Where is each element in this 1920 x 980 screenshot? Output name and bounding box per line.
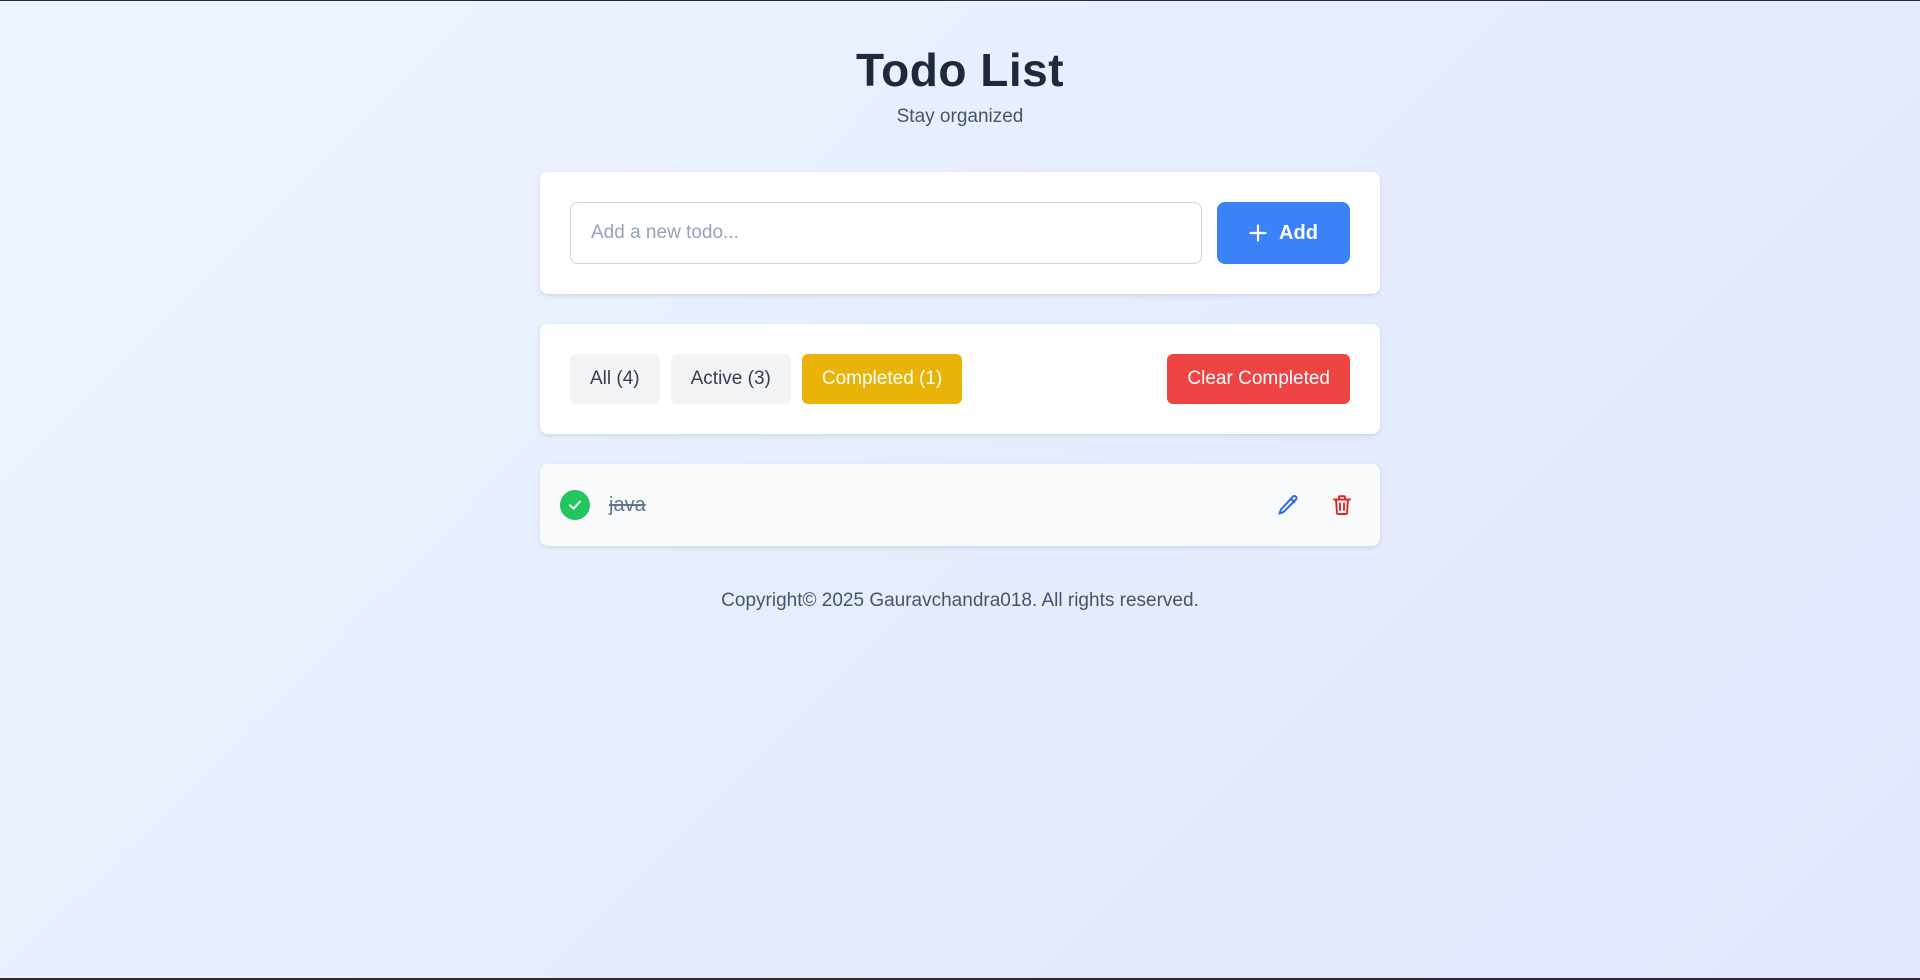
add-button[interactable]: Add <box>1217 202 1350 264</box>
page-subtitle: Stay organized <box>896 106 1024 127</box>
page-title: Todo List <box>855 44 1065 96</box>
filter-card: All (4) Active (3) Completed (1) Clear C… <box>540 324 1380 434</box>
app-container: Todo List Stay organized Add All (4) Act… <box>540 1 1380 611</box>
footer-copyright: Copyright© 2025 Gauravchandra018. All ri… <box>721 590 1199 611</box>
pencil-icon[interactable] <box>1276 493 1300 517</box>
todo-actions <box>1276 493 1354 517</box>
clear-completed-button[interactable]: Clear Completed <box>1167 354 1350 404</box>
todo-text: java <box>609 493 646 516</box>
filter-all-button[interactable]: All (4) <box>570 354 660 404</box>
plus-icon <box>1249 224 1267 242</box>
new-todo-input[interactable] <box>570 202 1202 264</box>
filter-active-button[interactable]: Active (3) <box>670 354 791 404</box>
todo-item: java <box>540 464 1380 546</box>
add-button-label: Add <box>1279 221 1318 244</box>
add-todo-card: Add <box>540 172 1380 294</box>
header: Todo List Stay organized <box>540 1 1380 129</box>
trash-icon[interactable] <box>1330 493 1354 517</box>
check-circle-icon[interactable] <box>560 490 590 520</box>
filter-completed-button[interactable]: Completed (1) <box>801 354 963 404</box>
